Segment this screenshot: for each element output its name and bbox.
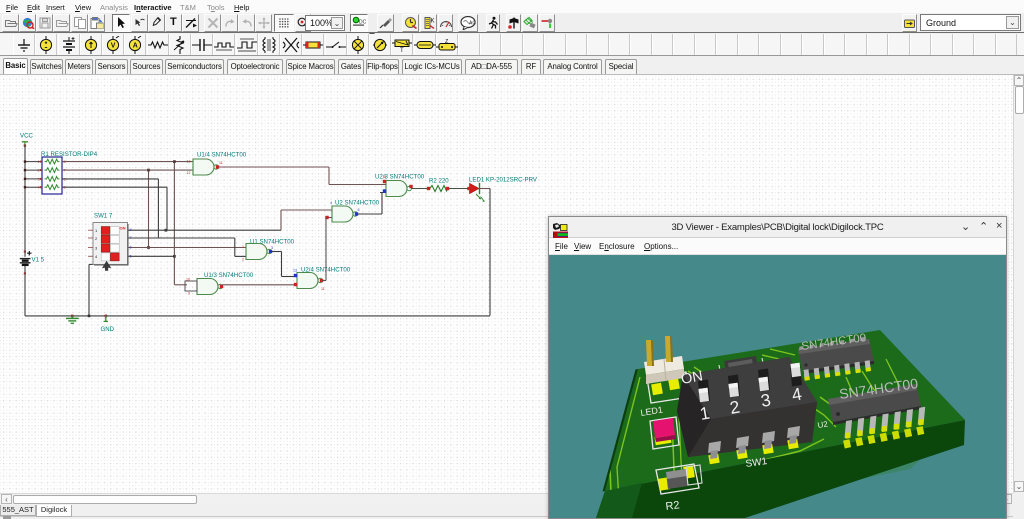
svg-text:T: T [400,48,404,52]
svg-text:U2/3 SN74HCT00: U2/3 SN74HCT00 [375,174,425,181]
svg-text:3: 3 [271,246,273,250]
svg-text:AC: AC [469,21,476,27]
svg-text:12: 12 [187,171,191,175]
svg-text:4: 4 [38,186,40,190]
svg-text:9: 9 [188,292,190,296]
svg-text:4: 4 [330,201,332,205]
svg-text:2: 2 [242,258,244,262]
svg-text:6: 6 [358,208,360,212]
svg-text:11: 11 [219,161,223,165]
svg-text:5: 5 [384,175,386,179]
svg-text:6: 6 [130,246,132,250]
svg-text:1: 1 [38,160,40,164]
svg-text:13: 13 [293,269,297,273]
svg-text:U2: U2 [817,419,829,430]
svg-text:VCC: VCC [20,133,33,140]
svg-text:1: 1 [242,245,244,249]
svg-text:U1/4 SN74HCT00: U1/4 SN74HCT00 [197,152,247,159]
svg-text:5: 5 [130,254,132,258]
svg-text:R2 220: R2 220 [429,178,449,185]
svg-text:DC: DC [359,20,366,26]
svg-text:K: K [430,19,434,25]
svg-text:SW1 7: SW1 7 [94,213,113,220]
svg-text:10: 10 [186,278,190,282]
svg-text:R2: R2 [665,499,680,513]
svg-text:LED1 KP-2012SRC-PRV: LED1 KP-2012SRC-PRV [469,177,538,184]
svg-text:GND: GND [101,326,115,333]
svg-text:A: A [133,42,138,49]
svg-text:8: 8 [130,228,132,232]
svg-text:13: 13 [187,160,191,164]
svg-text:2: 2 [38,169,40,173]
svg-text:V: V [111,42,116,49]
svg-text:V1 5: V1 5 [32,256,45,263]
svg-text:3: 3 [38,177,40,181]
svg-text:ON: ON [120,226,126,231]
svg-text:U1/3 SN74HCT00: U1/3 SN74HCT00 [204,272,254,279]
svg-text:11: 11 [321,287,325,291]
svg-text:7: 7 [130,236,132,240]
